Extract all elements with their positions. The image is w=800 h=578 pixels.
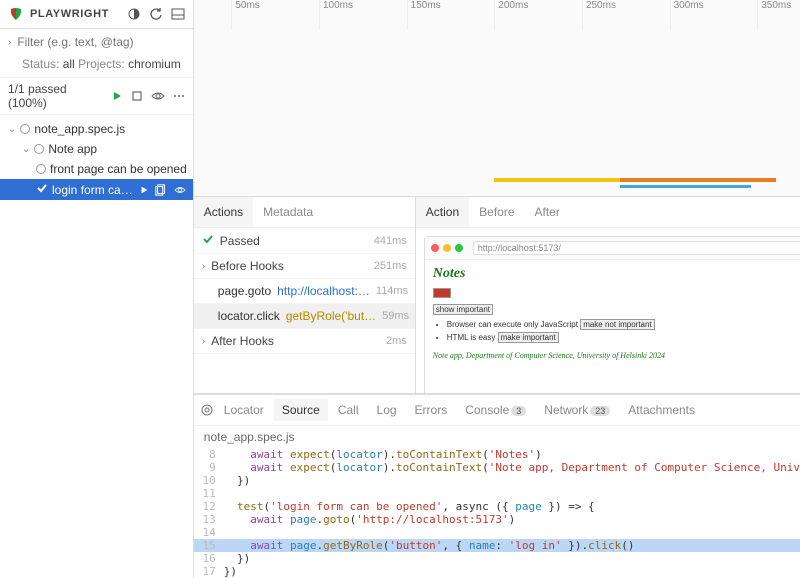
timeline-bar <box>494 178 619 182</box>
action-row[interactable]: page.goto http://localhost:… 114ms <box>194 279 415 304</box>
check-icon <box>36 182 48 197</box>
timeline-bar <box>620 185 751 188</box>
chevron-right-icon: › <box>202 336 205 347</box>
chevron-right-icon: › <box>202 261 205 272</box>
watch-icon[interactable] <box>173 185 187 195</box>
status-line: Status: all Projects: chromium <box>0 55 193 77</box>
theme-toggle-icon[interactable] <box>127 7 141 21</box>
status-dot-icon <box>20 124 30 134</box>
flag-icon <box>433 288 451 298</box>
show-important-button: show important <box>433 304 493 315</box>
tree-label: front page can be opened <box>50 162 187 176</box>
bottom-tab-bar: Locator Source Call Log Errors Console3 … <box>194 394 800 426</box>
tab-log[interactable]: Log <box>369 399 405 421</box>
tab-locator[interactable]: Locator <box>216 399 272 421</box>
status-dot-icon <box>34 144 44 154</box>
target-icon[interactable] <box>200 403 214 417</box>
watch-icon[interactable] <box>151 90 165 102</box>
tab-actions[interactable]: Actions <box>194 197 253 227</box>
tree-label: Note app <box>48 142 97 156</box>
tab-call[interactable]: Call <box>330 399 367 421</box>
tab-network[interactable]: Network23 <box>536 399 618 421</box>
preview-url: http://localhost:5173/ <box>473 241 800 255</box>
tab-errors[interactable]: Errors <box>407 399 456 421</box>
action-row[interactable]: Passed 441ms <box>194 228 415 254</box>
tab-action[interactable]: Action <box>416 197 469 227</box>
chevron-right-icon[interactable]: › <box>8 37 11 48</box>
tab-console[interactable]: Console3 <box>457 399 534 421</box>
filter-input[interactable] <box>17 35 157 49</box>
tab-source[interactable]: Source <box>274 399 328 421</box>
tree-file[interactable]: ⌄ note_app.spec.js <box>0 119 193 139</box>
chevron-down-icon: ⌄ <box>22 144 30 155</box>
tab-before[interactable]: Before <box>469 197 524 227</box>
timeline-bar <box>620 178 777 182</box>
play-icon[interactable] <box>111 90 123 102</box>
chevron-down-icon: ⌄ <box>8 124 16 135</box>
tree-test-front-page[interactable]: front page can be opened <box>0 159 193 179</box>
traffic-red-icon <box>431 244 439 252</box>
reload-icon[interactable] <box>149 7 163 21</box>
goto-source-icon[interactable] <box>155 184 167 196</box>
panel-layout-icon[interactable] <box>171 7 185 21</box>
preview-heading: Notes <box>433 266 800 282</box>
preview-footer: Note app, Department of Computer Science… <box>433 351 800 360</box>
preview-snapshot: http://localhost:5173/ Notes show import… <box>424 236 800 393</box>
stop-icon[interactable] <box>131 90 143 102</box>
play-icon[interactable] <box>139 185 149 195</box>
tree-describe[interactable]: ⌄ Note app <box>0 139 193 159</box>
action-row[interactable]: › Before Hooks 251ms <box>194 254 415 279</box>
playwright-logo-icon <box>8 6 24 22</box>
tab-after[interactable]: After <box>525 197 570 227</box>
timeline[interactable]: 50ms 100ms 150ms 200ms 250ms 300ms 350ms <box>194 0 800 197</box>
tree-label: note_app.spec.js <box>34 122 125 136</box>
status-dot-icon <box>36 164 46 174</box>
pass-counter: 1/1 passed (100%) <box>8 82 105 110</box>
source-code[interactable]: 8 await expect(locator).toContainText('N… <box>194 448 800 578</box>
brand-label: PLAYWRIGHT <box>30 8 109 20</box>
tree-label: login form ca… <box>52 183 133 197</box>
tab-metadata[interactable]: Metadata <box>253 197 323 227</box>
check-icon <box>202 233 214 248</box>
traffic-yellow-icon <box>443 244 451 252</box>
traffic-green-icon <box>455 244 463 252</box>
more-icon[interactable] <box>173 90 185 102</box>
action-row[interactable]: locator.click getByRole('but… 59ms <box>194 304 415 329</box>
source-file-label: note_app.spec.js <box>194 426 800 448</box>
tab-attachments[interactable]: Attachments <box>620 399 703 421</box>
action-row[interactable]: › After Hooks 2ms <box>194 329 415 354</box>
tree-test-login-form[interactable]: login form ca… <box>0 179 193 200</box>
